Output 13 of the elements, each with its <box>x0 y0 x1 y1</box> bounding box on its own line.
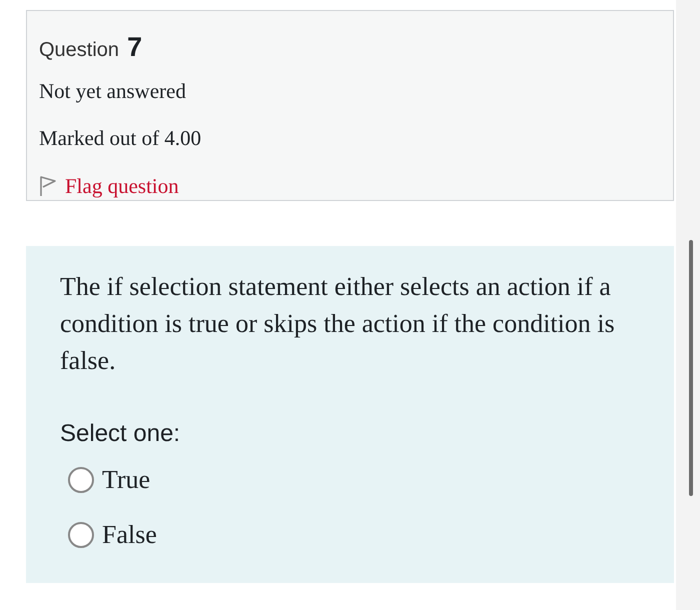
scrollbar-thumb[interactable] <box>689 240 693 496</box>
radio-button[interactable] <box>68 522 94 548</box>
marks-text: Marked out of 4.00 <box>39 126 202 150</box>
answer-option[interactable]: False <box>68 515 634 554</box>
answer-option[interactable]: True <box>68 460 634 499</box>
question-number: 7 <box>127 31 142 64</box>
answer-status: Not yet answered <box>39 78 187 104</box>
flag-question-link[interactable]: Flag question <box>39 170 179 202</box>
question-text: The if selection statement either selects an action if a condition is true or skips the action if the condition is false. <box>60 271 616 377</box>
flag-icon <box>39 175 57 198</box>
radio-button[interactable] <box>68 466 94 492</box>
question-label: Question <box>39 38 120 63</box>
select-prompt: Select one: <box>60 419 182 449</box>
